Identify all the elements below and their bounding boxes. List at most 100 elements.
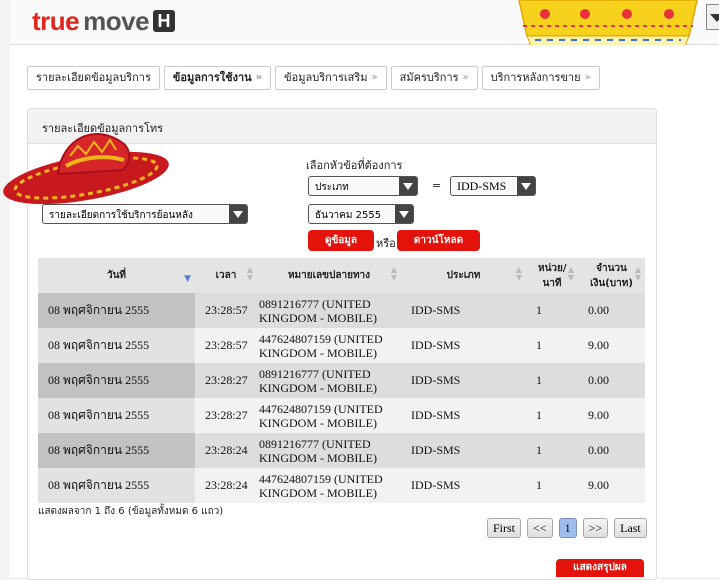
cell-amount: 0.00 bbox=[578, 293, 645, 328]
cell-destination: 0891216777 (UNITED KINGDOM - MOBILE) bbox=[257, 363, 401, 398]
cell-time: 23:28:27 bbox=[195, 363, 257, 398]
sort-icon: ▲ ▼ bbox=[246, 265, 253, 282]
tab-label: ข้อมูลการใช้งาน bbox=[172, 71, 252, 84]
service-tabs: รายละเอียดข้อมูลบริการ ข้อมูลการใช้งาน» … bbox=[27, 66, 600, 90]
column-label: ประเภท bbox=[446, 270, 481, 281]
tab-usage[interactable]: ข้อมูลการใช้งาน» bbox=[163, 66, 272, 90]
cell-amount: 9.00 bbox=[578, 328, 645, 363]
select-value: ธันวาคม 2555 bbox=[315, 210, 382, 221]
equals-sign: = bbox=[432, 179, 442, 192]
sort-icon: ▲ ▼ bbox=[634, 265, 641, 282]
cell-units: 1 bbox=[526, 363, 578, 398]
cell-amount: 0.00 bbox=[578, 433, 645, 468]
column-label: วันที่ bbox=[106, 270, 127, 281]
logo-text-true: true bbox=[32, 5, 80, 36]
cell-date: 08 พฤศจิกายน 2555 bbox=[38, 433, 195, 468]
table-row[interactable]: 08 พฤศจิกายน 2555 23:28:24 447624807159 … bbox=[38, 468, 645, 503]
table-row[interactable]: 08 พฤศจิกายน 2555 23:28:57 447624807159 … bbox=[38, 328, 645, 363]
cell-type: IDD-SMS bbox=[401, 328, 526, 363]
cell-time: 23:28:27 bbox=[195, 398, 257, 433]
month-select[interactable]: ธันวาคม 2555 bbox=[308, 204, 414, 224]
current-page-button[interactable]: 1 bbox=[558, 518, 577, 538]
table-header-row: วันที่ ▼ เวลา ▲ ▼ หมายเลขปลายทาง ▲ ▼ ประเภท ▲ ▼… bbox=[38, 258, 645, 293]
truemove-h-logo[interactable]: true move H bbox=[32, 5, 176, 36]
cell-time: 23:28:24 bbox=[195, 433, 257, 468]
cell-time: 23:28:24 bbox=[195, 468, 257, 503]
column-label: จำนวน เงิน(บาท) bbox=[590, 262, 633, 289]
last-page-button[interactable]: Last bbox=[614, 518, 647, 538]
cell-destination: 0891216777 (UNITED KINGDOM - MOBILE) bbox=[257, 293, 401, 328]
cell-destination: 447624807159 (UNITED KINGDOM - MOBILE) bbox=[257, 328, 401, 363]
tab-label: สมัครบริการ bbox=[399, 71, 459, 84]
cell-destination: 0891216777 (UNITED KINGDOM - MOBILE) bbox=[257, 433, 401, 468]
account-dropdown[interactable] bbox=[706, 4, 719, 30]
double-chevron-icon: » bbox=[255, 72, 263, 83]
double-chevron-icon: » bbox=[584, 72, 591, 83]
double-chevron-icon: » bbox=[462, 72, 469, 83]
cell-date: 08 พฤศจิกายน 2555 bbox=[38, 363, 195, 398]
dropdown-arrow-icon bbox=[395, 205, 413, 223]
column-label: เวลา bbox=[215, 270, 237, 281]
tab-subscribe[interactable]: สมัครบริการ» bbox=[390, 66, 478, 90]
cell-type: IDD-SMS bbox=[401, 363, 526, 398]
cell-date: 08 พฤศจิกายน 2555 bbox=[38, 293, 195, 328]
tab-label: บริการหลังการขาย bbox=[490, 71, 581, 84]
chevron-down-icon bbox=[710, 14, 719, 22]
sort-icon: ▲ ▼ bbox=[390, 265, 397, 282]
first-page-button[interactable]: First bbox=[487, 518, 522, 538]
filter-field-select[interactable]: ประเภท bbox=[308, 176, 418, 196]
cell-units: 1 bbox=[526, 433, 578, 468]
table-row[interactable]: 08 พฤศจิกายน 2555 23:28:57 0891216777 (U… bbox=[38, 293, 645, 328]
download-button[interactable]: ดาวน์โหลด bbox=[397, 230, 480, 251]
sombrero-decoration bbox=[3, 133, 169, 205]
call-records-table: วันที่ ▼ เวลา ▲ ▼ หมายเลขปลายทาง ▲ ▼ ประเภท ▲ ▼… bbox=[38, 258, 645, 503]
records-summary: แสดงผลจาก 1 ถึง 6 (ข้อมูลทั้งหมด 6 แถว) bbox=[38, 506, 224, 517]
column-header-destination[interactable]: หมายเลขปลายทาง ▲ ▼ bbox=[257, 258, 401, 293]
column-header-date[interactable]: วันที่ ▼ bbox=[38, 258, 195, 293]
topic-label: เลือกหัวข้อที่ต้องการ bbox=[306, 159, 403, 172]
tab-label: รายละเอียดข้อมูลบริการ bbox=[36, 71, 151, 84]
column-header-units[interactable]: หน่วย/ นาที ▲ ▼ bbox=[526, 258, 578, 293]
cell-destination: 447624807159 (UNITED KINGDOM - MOBILE) bbox=[257, 468, 401, 503]
select-value: ประเภท bbox=[315, 182, 349, 193]
show-summary-button[interactable]: แสดงสรุปผล bbox=[556, 559, 644, 577]
tab-after-sales[interactable]: บริการหลังการขาย» bbox=[481, 66, 600, 90]
column-header-time[interactable]: เวลา ▲ ▼ bbox=[195, 258, 257, 293]
cell-amount: 9.00 bbox=[578, 468, 645, 503]
cell-units: 1 bbox=[526, 293, 578, 328]
column-header-type[interactable]: ประเภท ▲ ▼ bbox=[401, 258, 526, 293]
prev-page-button[interactable]: << bbox=[527, 518, 553, 538]
view-data-button[interactable]: ดูข้อมูล bbox=[308, 230, 374, 251]
cell-units: 1 bbox=[526, 328, 578, 363]
dropdown-arrow-icon bbox=[517, 177, 535, 195]
dropdown-arrow-icon bbox=[229, 205, 247, 223]
select-value: IDD-SMS bbox=[457, 179, 507, 193]
sort-desc-icon: ▼ bbox=[184, 274, 191, 284]
cell-type: IDD-SMS bbox=[401, 398, 526, 433]
cell-time: 23:28:57 bbox=[195, 293, 257, 328]
sort-icon: ▲ ▼ bbox=[567, 265, 574, 282]
tab-label: ข้อมูลบริการเสริม bbox=[284, 71, 368, 84]
next-page-button[interactable]: >> bbox=[582, 518, 609, 538]
column-header-amount[interactable]: จำนวน เงิน(บาท) ▲ ▼ bbox=[578, 258, 645, 293]
table-row[interactable]: 08 พฤศจิกายน 2555 23:28:24 0891216777 (U… bbox=[38, 433, 645, 468]
cell-type: IDD-SMS bbox=[401, 293, 526, 328]
sort-icon: ▲ ▼ bbox=[515, 265, 522, 282]
column-label: หน่วย/ นาที bbox=[538, 262, 567, 289]
column-label: หมายเลขปลายทาง bbox=[287, 270, 371, 281]
cell-date: 08 พฤศจิกายน 2555 bbox=[38, 468, 195, 503]
pagination: First << 1 >> Last bbox=[487, 518, 647, 538]
table-row[interactable]: 08 พฤศจิกายน 2555 23:28:27 0891216777 (U… bbox=[38, 363, 645, 398]
cell-amount: 0.00 bbox=[578, 363, 645, 398]
filter-value-select[interactable]: IDD-SMS bbox=[450, 176, 536, 196]
cell-type: IDD-SMS bbox=[401, 433, 526, 468]
logo-text-move: move bbox=[83, 5, 150, 36]
cell-date: 08 พฤศจิกายน 2555 bbox=[38, 398, 195, 433]
table-row[interactable]: 08 พฤศจิกายน 2555 23:28:27 447624807159 … bbox=[38, 398, 645, 433]
cell-date: 08 พฤศจิกายน 2555 bbox=[38, 328, 195, 363]
tab-extra-services[interactable]: ข้อมูลบริการเสริม» bbox=[275, 66, 387, 90]
cell-time: 23:28:57 bbox=[195, 328, 257, 363]
tab-service-details[interactable]: รายละเอียดข้อมูลบริการ bbox=[27, 66, 160, 90]
or-label: หรือ bbox=[376, 237, 396, 250]
cell-amount: 9.00 bbox=[578, 398, 645, 433]
